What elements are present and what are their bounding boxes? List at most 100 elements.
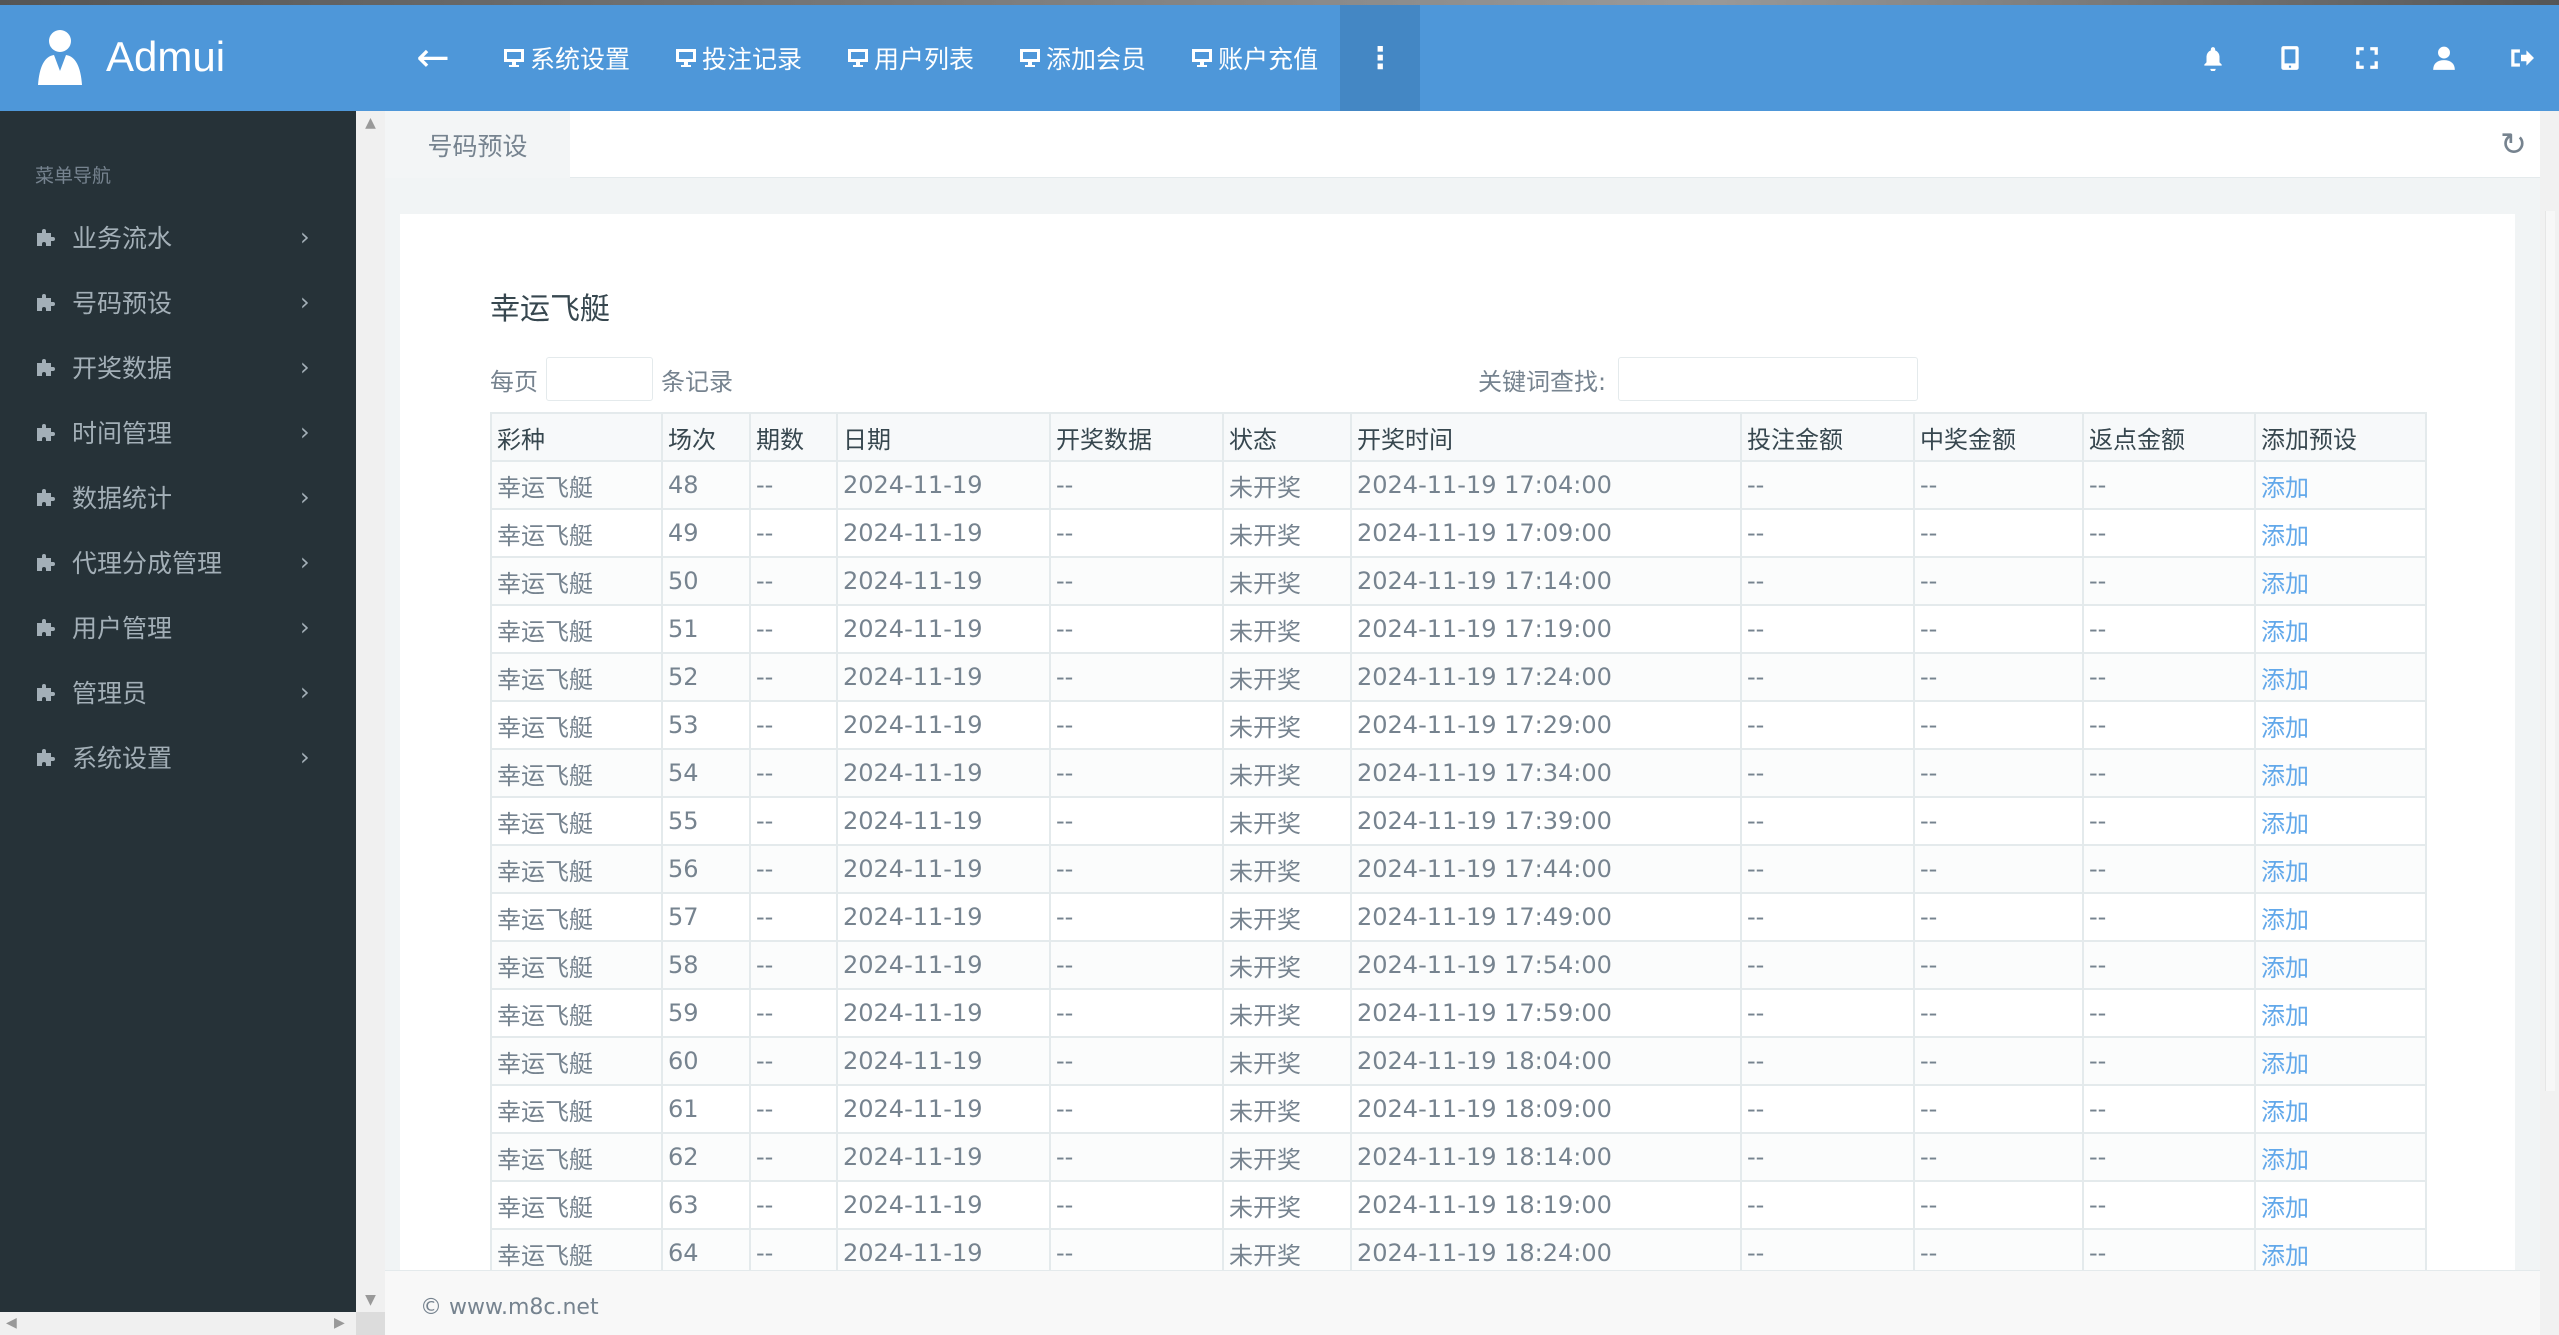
table-cell: 幸运飞艇 <box>490 748 663 798</box>
add-preset-link[interactable]: 添加 <box>2261 474 2309 502</box>
sidebar-item[interactable]: 代理分成管理 › <box>0 532 356 592</box>
more-menu-button[interactable]: ⋮ <box>1340 5 1421 111</box>
table-cell: -- <box>1049 604 1224 654</box>
table-cell: 2024-11-19 18:14:00 <box>1350 1132 1742 1182</box>
back-arrow-button[interactable]: ← <box>408 35 458 81</box>
add-preset-link[interactable]: 添加 <box>2261 858 2309 886</box>
refresh-icon[interactable]: ↻ <box>2500 125 2540 165</box>
table-cell: 未开奖 <box>1222 1084 1352 1134</box>
add-preset-link[interactable]: 添加 <box>2261 906 2309 934</box>
add-preset-link[interactable]: 添加 <box>2261 1146 2309 1174</box>
table-cell: -- <box>749 1084 838 1134</box>
table-cell: 63 <box>661 1180 751 1230</box>
add-preset-link[interactable]: 添加 <box>2261 522 2309 550</box>
sidebar-item[interactable]: 业务流水 › <box>0 207 356 267</box>
add-preset-link[interactable]: 添加 <box>2261 618 2309 646</box>
mobile-view-button[interactable] <box>2251 5 2328 111</box>
sidebar-item[interactable]: 号码预设 › <box>0 272 356 332</box>
sidebar-item[interactable]: 管理员 › <box>0 662 356 722</box>
logout-button[interactable] <box>2482 5 2559 111</box>
sidebar-item[interactable]: 数据统计 › <box>0 467 356 527</box>
puzzle-icon <box>37 294 55 311</box>
monitor-icon <box>848 49 869 67</box>
footer: © www.m8c.net <box>385 1270 2540 1335</box>
table-row: 幸运飞艇 54 -- 2024-11-19 -- 未开奖 2024-11-19 17:34:… <box>490 748 2427 798</box>
sidebar-item-label: 业务流水 <box>72 224 173 253</box>
table-cell: 2024-11-19 <box>836 1132 1051 1182</box>
tab-number-preset[interactable]: 号码预设 <box>385 111 570 178</box>
nav-item[interactable]: 用户列表 <box>824 5 996 111</box>
add-preset-link[interactable]: 添加 <box>2261 954 2309 982</box>
table-cell: -- <box>1740 508 1915 558</box>
add-preset-link[interactable]: 添加 <box>2261 1242 2309 1270</box>
page-size-input[interactable] <box>546 357 653 401</box>
table-cell: -- <box>1913 652 2084 702</box>
table-cell: -- <box>749 1132 838 1182</box>
nav-item[interactable]: 投注记录 <box>652 5 824 111</box>
table-cell: -- <box>1049 748 1224 798</box>
table-cell: -- <box>1740 1132 1915 1182</box>
chevron-right-icon: › <box>300 288 310 316</box>
notifications-button[interactable] <box>2174 5 2251 111</box>
brand-logo[interactable]: Admui <box>30 27 225 87</box>
table-cell: 51 <box>661 604 751 654</box>
keyword-search-input[interactable] <box>1618 357 1919 401</box>
user-profile-button[interactable] <box>2405 5 2482 111</box>
table-cell: -- <box>1740 1084 1915 1134</box>
sidebar-horizontal-scrollbar[interactable]: ◀ ▶ <box>0 1312 356 1335</box>
add-preset-link[interactable]: 添加 <box>2261 570 2309 598</box>
table-cell: 未开奖 <box>1222 460 1352 510</box>
column-header: 场次 <box>661 412 751 462</box>
sidebar-item[interactable]: 系统设置 › <box>0 727 356 787</box>
nav-item[interactable]: 添加会员 <box>996 5 1168 111</box>
scrollbar-corner <box>356 1312 385 1335</box>
puzzle-icon <box>37 424 55 441</box>
table-cell: 2024-11-19 <box>836 1180 1051 1230</box>
chevron-right-icon: › <box>300 418 310 446</box>
table-cell: 幸运飞艇 <box>490 556 663 606</box>
table-cell: -- <box>1913 1180 2084 1230</box>
table-cell: 幸运飞艇 <box>490 508 663 558</box>
table-cell: -- <box>1049 556 1224 606</box>
table-cell: 2024-11-19 17:34:00 <box>1350 748 1742 798</box>
add-preset-link[interactable]: 添加 <box>2261 1098 2309 1126</box>
table-cell: 2024-11-19 17:29:00 <box>1350 700 1742 750</box>
add-preset-link[interactable]: 添加 <box>2261 714 2309 742</box>
table-cell: -- <box>749 460 838 510</box>
table-cell: -- <box>2082 1036 2256 1086</box>
table-cell: -- <box>1740 700 1915 750</box>
table-row: 幸运飞艇 48 -- 2024-11-19 -- 未开奖 2024-11-19 17:04:… <box>490 460 2427 510</box>
sidebar-item[interactable]: 开奖数据 › <box>0 337 356 397</box>
table-cell: 添加 <box>2254 1036 2427 1086</box>
table-cell: -- <box>749 748 838 798</box>
add-preset-link[interactable]: 添加 <box>2261 1050 2309 1078</box>
sidebar-item[interactable]: 用户管理 › <box>0 597 356 657</box>
brand-name: Admui <box>106 33 226 80</box>
main-vertical-scrollbar[interactable] <box>2540 111 2559 1335</box>
table-cell: 2024-11-19 17:04:00 <box>1350 460 1742 510</box>
table-cell: 幸运飞艇 <box>490 988 663 1038</box>
add-preset-link[interactable]: 添加 <box>2261 1194 2309 1222</box>
add-preset-link[interactable]: 添加 <box>2261 762 2309 790</box>
table-cell: 未开奖 <box>1222 988 1352 1038</box>
nav-item[interactable]: 账户充值 <box>1168 5 1340 111</box>
add-preset-link[interactable]: 添加 <box>2261 810 2309 838</box>
table-cell: 2024-11-19 <box>836 844 1051 894</box>
table-cell: 添加 <box>2254 1180 2427 1230</box>
sidebar-item[interactable]: 时间管理 › <box>0 402 356 462</box>
puzzle-icon <box>37 749 55 766</box>
table-cell: -- <box>1740 1180 1915 1230</box>
table-cell: 61 <box>661 1084 751 1134</box>
puzzle-icon <box>37 554 55 571</box>
sidebar-vertical-scrollbar[interactable]: ▲ ▼ <box>356 111 385 1312</box>
add-preset-link[interactable]: 添加 <box>2261 666 2309 694</box>
table-cell: 幸运飞艇 <box>490 1180 663 1230</box>
nav-item[interactable]: 系统设置 <box>480 5 652 111</box>
table-cell: -- <box>1913 604 2084 654</box>
table-cell: -- <box>1049 1036 1224 1086</box>
add-preset-link[interactable]: 添加 <box>2261 1002 2309 1030</box>
scrollbar-thumb[interactable] <box>2545 211 2555 1091</box>
fullscreen-button[interactable] <box>2328 5 2405 111</box>
table-cell: 添加 <box>2254 748 2427 798</box>
column-header: 状态 <box>1222 412 1352 462</box>
